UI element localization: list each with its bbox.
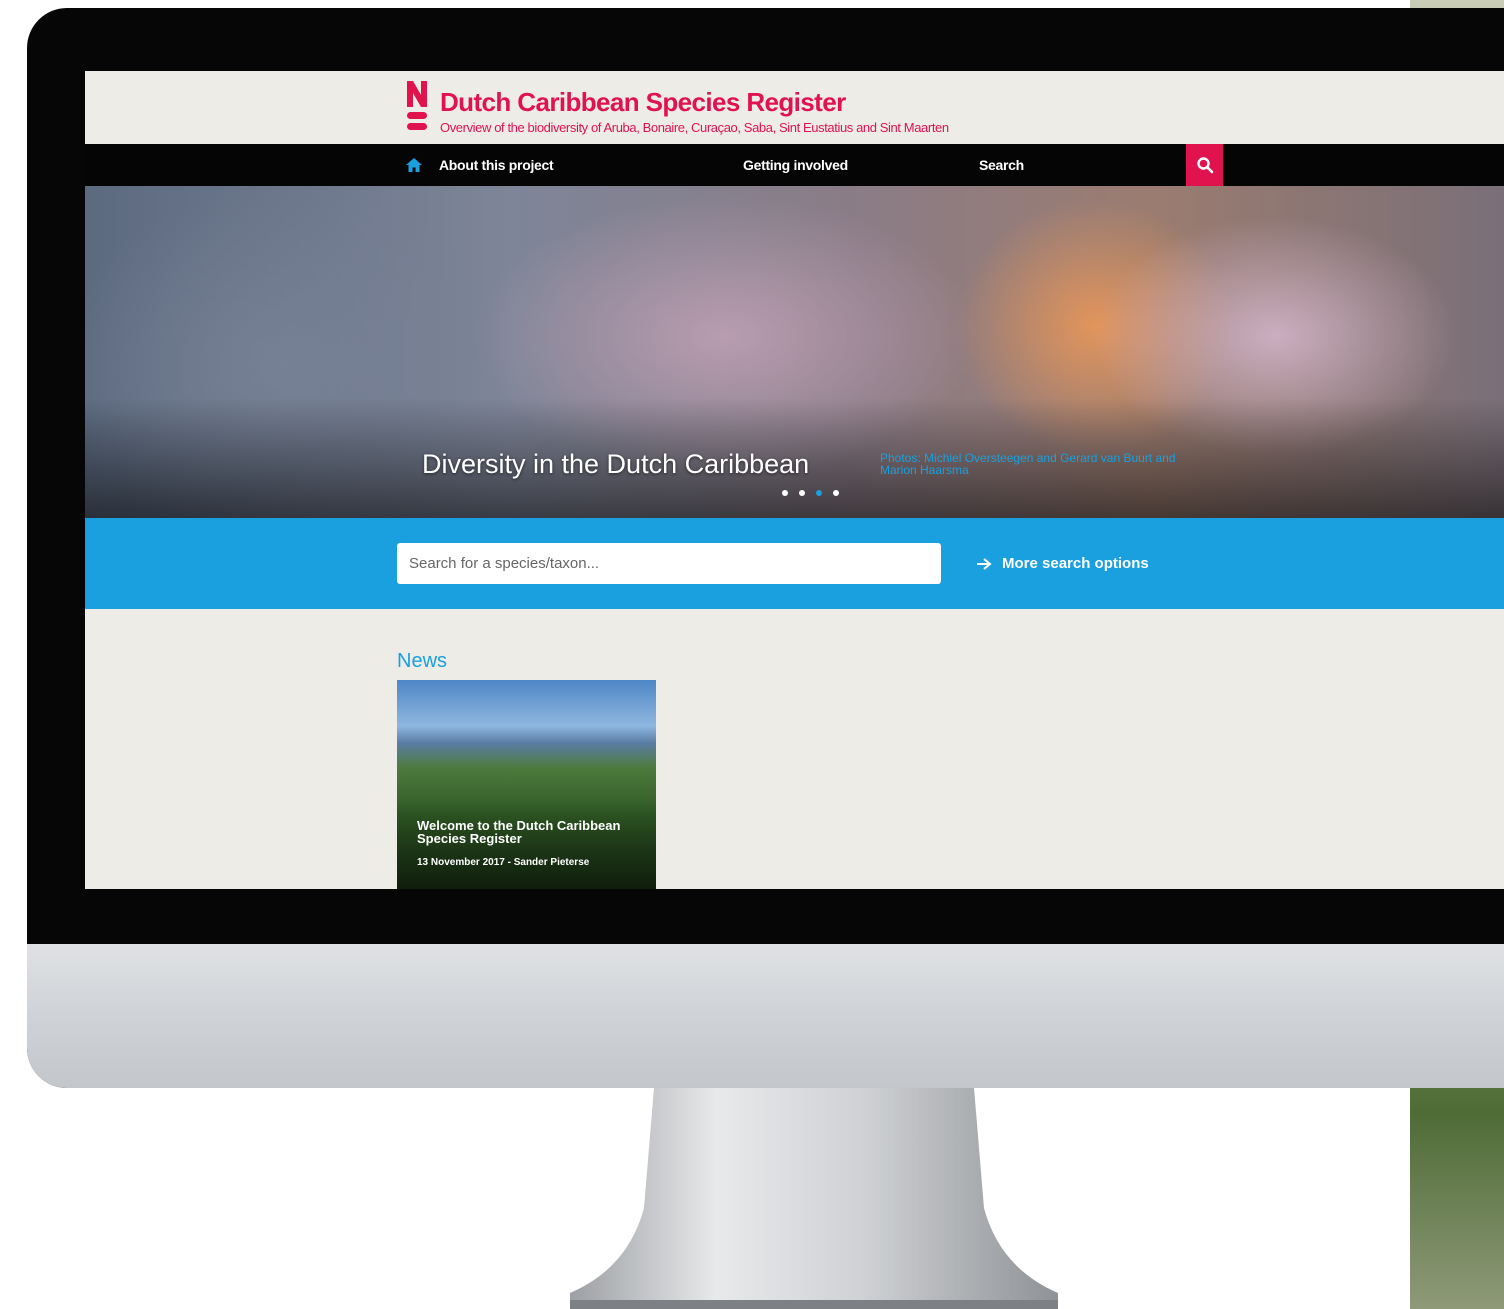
browser-screen: Dutch Caribbean Species Register Overvie… (85, 71, 1504, 889)
more-search-options-label: More search options (1002, 555, 1149, 572)
news-card[interactable]: Welcome to the Dutch Caribbean Species R… (397, 680, 656, 889)
species-search-input[interactable] (397, 543, 941, 584)
nav-about-this-project[interactable]: About this project (439, 157, 554, 173)
monitor-chin (27, 944, 1504, 1088)
slider-dot-3[interactable] (816, 490, 822, 496)
naturalis-logo-icon[interactable] (405, 81, 429, 133)
arrow-right-icon (977, 557, 992, 570)
slider-dot-1[interactable] (782, 490, 788, 496)
hero-title: Diversity in the Dutch Caribbean (422, 449, 810, 479)
nav-search-button[interactable] (1186, 144, 1223, 186)
slider-dots (782, 490, 839, 496)
site-subtitle: Overview of the biodiversity of Aruba, B… (440, 120, 949, 135)
site-header: Dutch Caribbean Species Register Overvie… (85, 71, 1504, 144)
news-heading: News (397, 650, 448, 672)
news-card-title[interactable]: Welcome to the Dutch Caribbean Species R… (417, 819, 647, 845)
more-search-options-link[interactable]: More search options (976, 555, 1149, 572)
nav-search[interactable]: Search (979, 157, 1024, 173)
hero-photo-credit: Photos: Michiel Oversteegen and Gerard v… (880, 451, 1176, 477)
monitor-stand (570, 1088, 1058, 1309)
news-card-meta: 13 November 2017 - Sander Pieterse (417, 857, 590, 868)
slider-dot-4[interactable] (833, 490, 839, 496)
search-icon (1196, 157, 1213, 174)
site-title[interactable]: Dutch Caribbean Species Register (440, 87, 846, 118)
slider-dot-2[interactable] (799, 490, 805, 496)
main-navbar: About this project Getting involved Sear… (85, 144, 1504, 186)
home-icon[interactable] (405, 156, 423, 174)
search-band: More search options (85, 518, 1504, 609)
nav-getting-involved[interactable]: Getting involved (743, 157, 848, 173)
hero-slider[interactable]: Diversity in the Dutch Caribbean Photos:… (85, 186, 1504, 518)
